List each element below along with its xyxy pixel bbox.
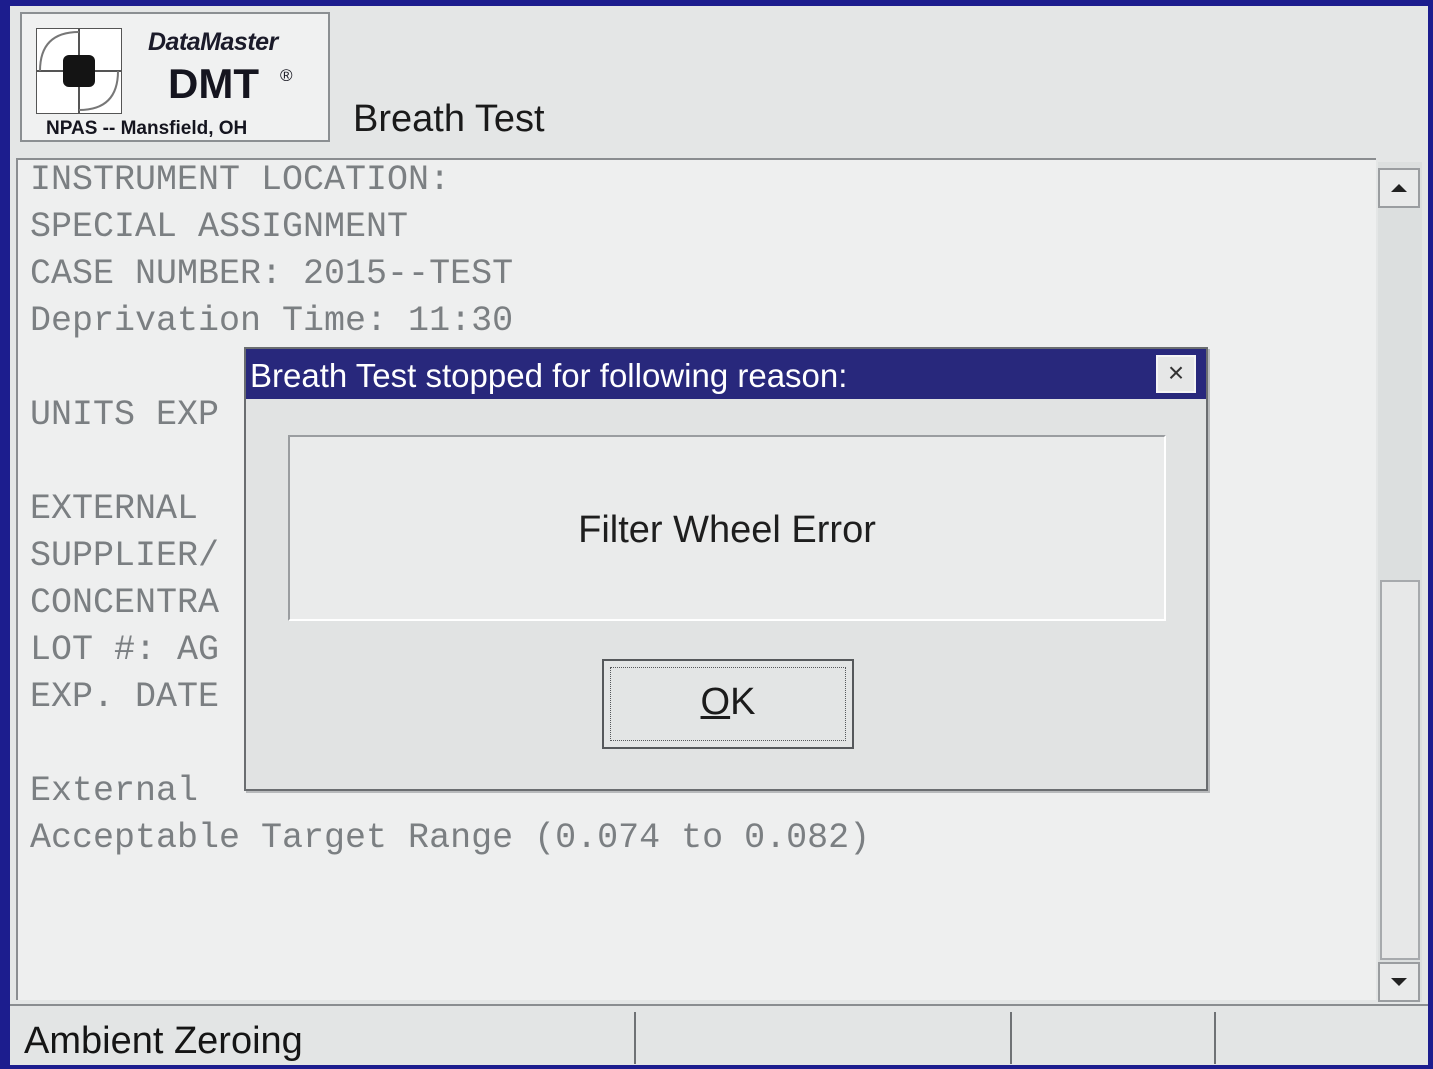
text-line: EXTERNAL xyxy=(30,489,220,529)
dialog-title: Breath Test stopped for following reason… xyxy=(250,357,848,394)
close-button[interactable]: × xyxy=(1156,355,1196,393)
ok-button[interactable]: OK xyxy=(602,659,854,749)
text-line: SPECIAL ASSIGNMENT xyxy=(30,207,409,247)
registered-mark: ® xyxy=(280,66,293,85)
triangle-down-icon xyxy=(1391,978,1407,986)
text-line: External xyxy=(30,771,220,811)
app-title: Breath Test xyxy=(353,98,545,140)
logo-organization: NPAS -- Mansfield, OH xyxy=(46,118,248,139)
scroll-down-button[interactable] xyxy=(1378,962,1420,1002)
scroll-up-button[interactable] xyxy=(1378,168,1420,208)
scroll-thumb[interactable] xyxy=(1380,580,1420,960)
error-dialog: Breath Test stopped for following reason… xyxy=(244,347,1208,791)
ok-button-label: OK xyxy=(604,681,852,724)
logo-product-name: DMT xyxy=(168,60,259,107)
logo: DataMaster DMT ® NPAS -- Mansfield, OH xyxy=(20,12,330,142)
text-line: Deprivation Time: 11:30 xyxy=(30,301,514,341)
text-line: LOT #: AG xyxy=(30,630,220,670)
status-cell-2 xyxy=(636,1012,1012,1064)
status-cell-4 xyxy=(1216,1012,1426,1064)
text-line: Acceptable Target Range (0.074 to 0.082) xyxy=(30,818,871,858)
status-bar: Ambient Zeroing xyxy=(10,1004,1428,1065)
text-line: UNITS EXP xyxy=(30,395,220,435)
instrument-screen: DataMaster DMT ® NPAS -- Mansfield, OH B… xyxy=(10,6,1428,1065)
text-line: CONCENTRA xyxy=(30,583,220,623)
vertical-scrollbar[interactable] xyxy=(1378,162,1422,1002)
status-text: Ambient Zeroing xyxy=(24,1020,303,1062)
text-line: EXP. DATE xyxy=(30,677,220,717)
ok-mnemonic: O xyxy=(700,681,731,723)
text-line: SUPPLIER/ xyxy=(30,536,220,576)
error-message: Filter Wheel Error xyxy=(578,509,876,551)
dialog-titlebar[interactable]: Breath Test stopped for following reason… xyxy=(246,349,1206,399)
text-line: CASE NUMBER: 2015--TEST xyxy=(30,254,514,294)
status-cell-state: Ambient Zeroing xyxy=(10,1012,636,1064)
ok-label-rest: K xyxy=(730,681,756,723)
message-panel: Filter Wheel Error xyxy=(288,435,1166,621)
triangle-up-icon xyxy=(1391,184,1407,192)
logo-brand-name: DataMaster xyxy=(148,28,278,56)
status-cell-3 xyxy=(1012,1012,1216,1064)
text-line: INSTRUMENT LOCATION: xyxy=(30,160,451,200)
close-icon: × xyxy=(1167,357,1185,388)
datamaster-logo-icon xyxy=(36,28,122,114)
